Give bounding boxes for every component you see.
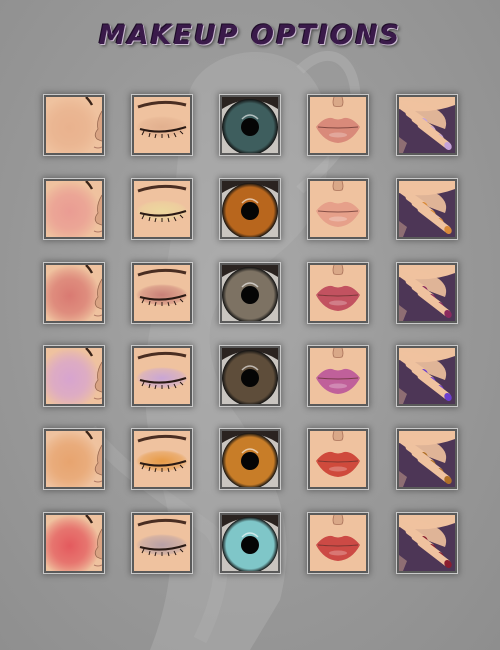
blush-swatch-5[interactable] (44, 429, 104, 489)
lips-swatch-3[interactable] (308, 263, 368, 323)
blush-preview-icon (46, 97, 102, 153)
blush-preview-icon (46, 348, 102, 404)
blush-swatch-3[interactable] (44, 263, 104, 323)
eyeshadow-swatch-4[interactable] (132, 346, 192, 406)
nails-swatch-6[interactable] (397, 513, 457, 573)
lips-preview-icon (310, 97, 366, 153)
nails-preview-icon (399, 181, 455, 237)
iris-swatch-2[interactable] (220, 179, 280, 239)
page-title: MAKEUP OPTIONS (98, 20, 402, 51)
nails-preview-icon (399, 348, 455, 404)
eyeshadow-preview-icon (134, 97, 190, 153)
iris-preview-icon (222, 348, 278, 404)
nails-swatch-2[interactable] (397, 179, 457, 239)
lips-swatch-6[interactable] (308, 513, 368, 573)
lips-preview-icon (310, 265, 366, 321)
nails-swatch-4[interactable] (397, 346, 457, 406)
lips-swatch-5[interactable] (308, 429, 368, 489)
eyeshadow-swatch-1[interactable] (132, 95, 192, 155)
eyeshadow-preview-icon (134, 515, 190, 571)
iris-preview-icon (222, 515, 278, 571)
iris-swatch-5[interactable] (220, 429, 280, 489)
blush-swatch-6[interactable] (44, 513, 104, 573)
eyeshadow-preview-icon (134, 348, 190, 404)
nails-preview-icon (399, 515, 455, 571)
blush-swatch-1[interactable] (44, 95, 104, 155)
blush-preview-icon (46, 515, 102, 571)
blush-swatch-2[interactable] (44, 179, 104, 239)
eyeshadow-preview-icon (134, 181, 190, 237)
iris-swatch-3[interactable] (220, 263, 280, 323)
lips-swatch-4[interactable] (308, 346, 368, 406)
iris-preview-icon (222, 431, 278, 487)
nails-preview-icon (399, 265, 455, 321)
eyeshadow-swatch-5[interactable] (132, 429, 192, 489)
lips-swatch-2[interactable] (308, 179, 368, 239)
eyeshadow-swatch-6[interactable] (132, 513, 192, 573)
eyeshadow-swatch-2[interactable] (132, 179, 192, 239)
eyeshadow-preview-icon (134, 265, 190, 321)
iris-swatch-1[interactable] (220, 95, 280, 155)
lips-preview-icon (310, 181, 366, 237)
blush-preview-icon (46, 181, 102, 237)
iris-preview-icon (222, 97, 278, 153)
lips-preview-icon (310, 431, 366, 487)
iris-swatch-6[interactable] (220, 513, 280, 573)
eyeshadow-preview-icon (134, 431, 190, 487)
nails-swatch-3[interactable] (397, 263, 457, 323)
iris-preview-icon (222, 265, 278, 321)
nails-preview-icon (399, 431, 455, 487)
lips-preview-icon (310, 348, 366, 404)
blush-preview-icon (46, 431, 102, 487)
nails-swatch-5[interactable] (397, 429, 457, 489)
lips-swatch-1[interactable] (308, 95, 368, 155)
blush-preview-icon (46, 265, 102, 321)
nails-swatch-1[interactable] (397, 95, 457, 155)
iris-preview-icon (222, 181, 278, 237)
blush-swatch-4[interactable] (44, 346, 104, 406)
nails-preview-icon (399, 97, 455, 153)
iris-swatch-4[interactable] (220, 346, 280, 406)
eyeshadow-swatch-3[interactable] (132, 263, 192, 323)
lips-preview-icon (310, 515, 366, 571)
